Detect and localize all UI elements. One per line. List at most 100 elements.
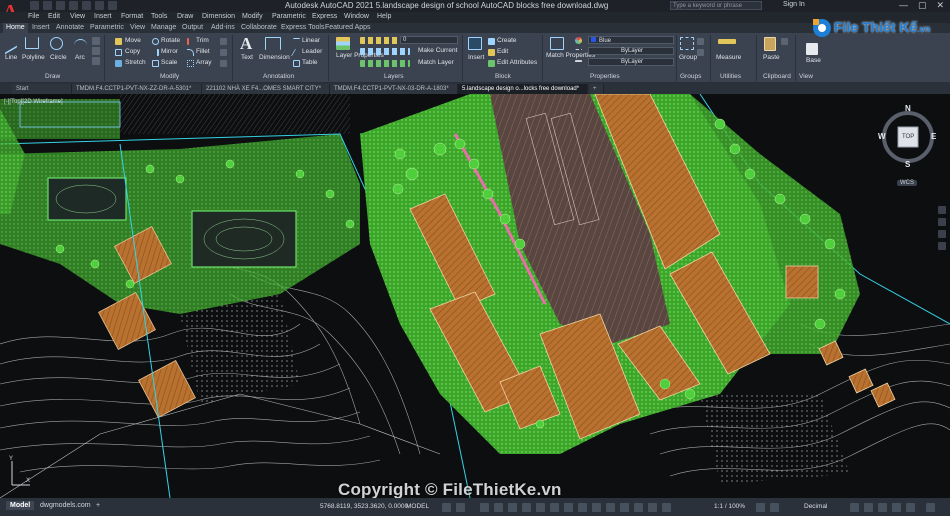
table-button[interactable]: Table bbox=[302, 59, 318, 66]
3d-osnap-icon[interactable] bbox=[592, 503, 601, 512]
object-snap-icon[interactable] bbox=[536, 503, 545, 512]
tab-parametric[interactable]: Parametric bbox=[90, 24, 124, 31]
tab-insert[interactable]: Insert bbox=[32, 24, 50, 31]
insert-button[interactable]: Insert bbox=[468, 54, 484, 61]
tab-featured-apps[interactable]: Featured Apps bbox=[325, 24, 371, 31]
autoscale-icon[interactable] bbox=[662, 503, 671, 512]
properties-panel-label[interactable]: Properties bbox=[590, 73, 620, 80]
draw-panel-label[interactable]: Draw bbox=[45, 73, 60, 80]
group-edit-icon[interactable] bbox=[697, 49, 704, 56]
undo-icon[interactable] bbox=[95, 1, 104, 10]
utilities-panel-label[interactable]: Utilities bbox=[720, 73, 741, 80]
layer-properties-icon[interactable] bbox=[336, 37, 350, 50]
wcs-menu[interactable]: WCS bbox=[897, 180, 917, 186]
trim-button[interactable]: Trim bbox=[196, 37, 209, 44]
line-icon[interactable] bbox=[5, 33, 17, 55]
copy-clip-icon[interactable] bbox=[781, 38, 788, 45]
rotate-button[interactable]: Rotate bbox=[161, 37, 180, 44]
open-icon[interactable] bbox=[43, 1, 52, 10]
menu-dimension[interactable]: Dimension bbox=[202, 13, 235, 20]
arc-icon[interactable] bbox=[74, 39, 87, 52]
dimension-icon[interactable] bbox=[265, 37, 281, 50]
sign-in-link[interactable]: Sign In bbox=[783, 1, 805, 8]
add-layout-button[interactable]: + bbox=[92, 501, 104, 510]
save-as-icon[interactable] bbox=[69, 1, 78, 10]
grid-icon[interactable] bbox=[442, 503, 451, 512]
menu-draw[interactable]: Draw bbox=[177, 13, 193, 20]
layer-dropdown[interactable]: 0 bbox=[400, 36, 458, 44]
measure-icon[interactable] bbox=[718, 39, 736, 44]
redo-icon[interactable] bbox=[108, 1, 117, 10]
isodraft-icon[interactable] bbox=[508, 503, 517, 512]
edit-block-button[interactable]: Edit bbox=[497, 48, 508, 55]
compass-west[interactable]: W bbox=[878, 132, 886, 141]
dimension-button[interactable]: Dimension bbox=[259, 54, 290, 61]
layer-tools-icons[interactable] bbox=[360, 48, 410, 55]
snap-icon[interactable] bbox=[456, 503, 465, 512]
view-panel-label[interactable]: View bbox=[799, 73, 813, 80]
menu-insert[interactable]: Insert bbox=[94, 13, 112, 20]
maximize-icon[interactable]: ▢ bbox=[918, 0, 927, 11]
draw-extra-icon[interactable] bbox=[92, 47, 100, 55]
menu-window[interactable]: Window bbox=[344, 13, 369, 20]
insert-icon[interactable] bbox=[468, 37, 482, 50]
orbit-icon[interactable] bbox=[938, 242, 946, 250]
copy-button[interactable]: Copy bbox=[125, 48, 140, 55]
customization-icon[interactable] bbox=[926, 503, 935, 512]
layout-tab[interactable]: dwgmodels.com bbox=[36, 501, 95, 510]
drawing-canvas[interactable]: [-][Top][2D Wireframe] bbox=[0, 94, 950, 498]
tab-manage[interactable]: Manage bbox=[151, 24, 176, 31]
scale-button[interactable]: Scale bbox=[161, 59, 177, 66]
lineweight-dropdown[interactable]: ByLayer bbox=[588, 58, 674, 66]
object-snap-tracking-icon[interactable] bbox=[522, 503, 531, 512]
new-tab-button[interactable]: + bbox=[590, 84, 604, 94]
ortho-icon[interactable] bbox=[480, 503, 489, 512]
gizmo-icon[interactable] bbox=[634, 503, 643, 512]
file-tab-start[interactable]: Start bbox=[12, 84, 72, 94]
search-input[interactable]: Type a keyword or phrase bbox=[670, 1, 762, 10]
menu-file[interactable]: File bbox=[28, 13, 39, 20]
ungroup-icon[interactable] bbox=[697, 38, 704, 45]
color-dropdown[interactable]: Blue bbox=[588, 36, 674, 44]
new-icon[interactable] bbox=[30, 1, 39, 10]
stretch-button[interactable]: Stretch bbox=[125, 59, 146, 66]
modify-panel-label[interactable]: Modify bbox=[160, 73, 179, 80]
move-button[interactable]: Move bbox=[125, 37, 141, 44]
workspace-gear-icon[interactable] bbox=[756, 503, 765, 512]
file-tab[interactable]: 221102 NHÀ XE F4...OMES SMART CITY* bbox=[202, 84, 330, 94]
annotation-visibility-icon[interactable] bbox=[648, 503, 657, 512]
circle-button[interactable]: Circle bbox=[50, 54, 67, 61]
groups-panel-label[interactable]: Groups bbox=[680, 73, 701, 80]
viewport-label[interactable]: [-][Top][2D Wireframe] bbox=[4, 99, 63, 105]
layer-state-icons[interactable] bbox=[360, 37, 400, 44]
graphics-performance-icon[interactable] bbox=[892, 503, 901, 512]
clean-screen-icon[interactable] bbox=[906, 503, 915, 512]
linetype-dropdown[interactable]: ByLayer bbox=[588, 47, 674, 55]
clipboard-panel-label[interactable]: Clipboard bbox=[763, 73, 791, 80]
selection-cycling-icon[interactable] bbox=[578, 503, 587, 512]
file-tab-active[interactable]: 5.landscape design o...locks free downlo… bbox=[458, 84, 588, 94]
text-icon[interactable]: A bbox=[240, 35, 252, 52]
tab-output[interactable]: Output bbox=[182, 24, 203, 31]
tab-home[interactable]: Home bbox=[3, 23, 28, 33]
offset-icon[interactable] bbox=[220, 60, 227, 67]
lineweight-toggle-icon[interactable] bbox=[550, 503, 559, 512]
menu-express[interactable]: Express bbox=[312, 13, 337, 20]
leader-button[interactable]: Leader bbox=[302, 48, 322, 55]
isolate-objects-icon[interactable] bbox=[878, 503, 887, 512]
viewcube[interactable]: TOP N S E W bbox=[878, 104, 938, 174]
fillet-button[interactable]: Fillet bbox=[196, 48, 210, 55]
line-button[interactable]: Line bbox=[5, 54, 17, 61]
draw-extra-icon[interactable] bbox=[92, 57, 100, 65]
units-setting[interactable]: Decimal bbox=[804, 503, 827, 510]
linear-button[interactable]: Linear bbox=[302, 37, 320, 44]
file-tab[interactable]: TMDM.F4.CCTP1-PVT-NX-03-DR-A-1803* bbox=[330, 84, 458, 94]
save-icon[interactable] bbox=[56, 1, 65, 10]
base-view-button[interactable]: Base bbox=[806, 57, 821, 64]
coordinates-readout[interactable]: 5768.8119, 3523.3620, 0.0000 bbox=[320, 503, 408, 510]
paste-icon[interactable] bbox=[764, 37, 776, 51]
layers-panel-label[interactable]: Layers bbox=[384, 73, 404, 80]
transparency-icon[interactable] bbox=[564, 503, 573, 512]
menu-parametric[interactable]: Parametric bbox=[272, 13, 306, 20]
tab-collaborate[interactable]: Collaborate bbox=[241, 24, 277, 31]
